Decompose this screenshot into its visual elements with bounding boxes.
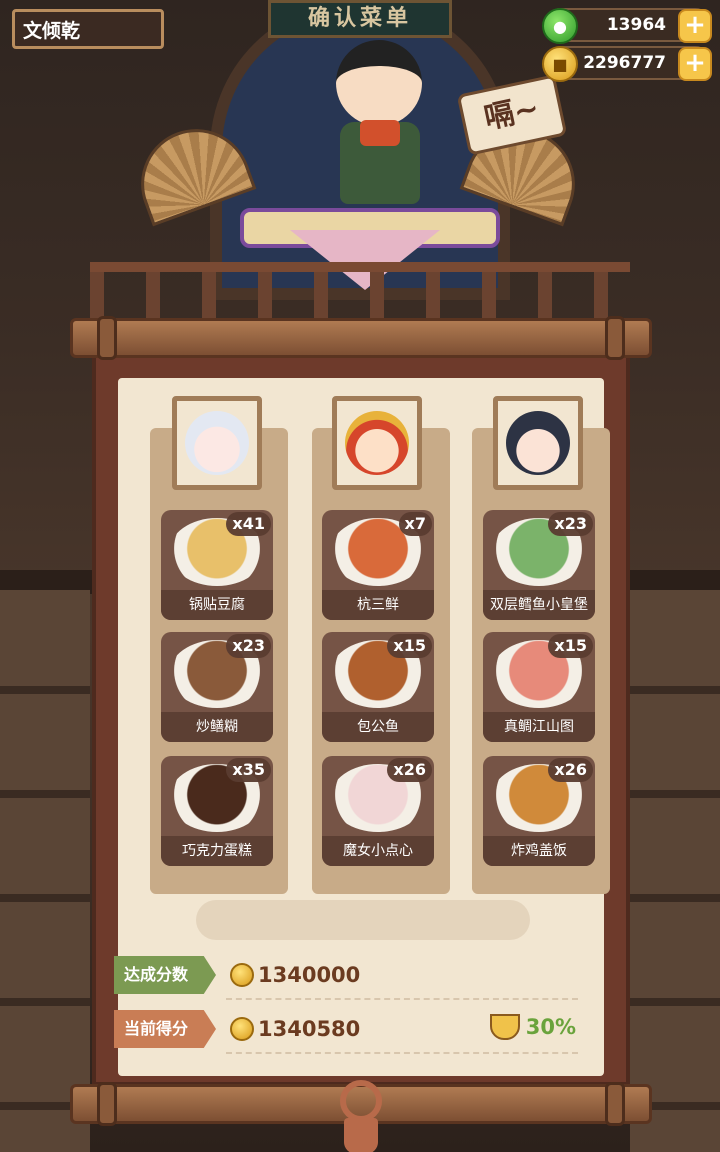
wooden-rail xyxy=(90,262,630,322)
dish-name: 巧克力蛋糕 xyxy=(161,836,273,866)
gold-value: 2296777 xyxy=(583,53,666,73)
rod-knob-right xyxy=(605,1082,625,1126)
dish-count: x26 xyxy=(548,758,593,782)
dark-hair-customer-portrait xyxy=(506,411,570,475)
goal-score-label: 达成分数 xyxy=(114,956,216,994)
dish-name: 真鲷江山图 xyxy=(483,712,595,742)
dish-name: 双层鳕鱼小皇堡 xyxy=(483,590,595,620)
dish-card[interactable]: x41 锅贴豆腐 xyxy=(161,510,273,620)
dish-card[interactable]: x7 杭三鲜 xyxy=(322,510,434,620)
dish-name: 魔女小点心 xyxy=(322,836,434,866)
goal-score-value: 1340000 xyxy=(258,963,361,987)
dish-name: 杭三鲜 xyxy=(322,590,434,620)
dish-count: x26 xyxy=(387,758,432,782)
jade-coin-icon: ● xyxy=(542,8,578,44)
tassel-knot xyxy=(340,1080,382,1122)
chef-character[interactable] xyxy=(318,30,438,220)
menu-bottom-bar xyxy=(196,900,530,940)
dish-card[interactable]: x23 双层鳕鱼小皇堡 xyxy=(483,510,595,620)
add-jade-button[interactable]: + xyxy=(678,9,712,43)
dish-count: x35 xyxy=(226,758,271,782)
knot-tassel-icon xyxy=(330,1080,392,1152)
tassel-fringe xyxy=(344,1118,378,1152)
chef-head xyxy=(336,40,422,126)
white-hair-customer-portrait xyxy=(185,411,249,475)
background-wall-right xyxy=(630,590,720,1152)
customer-portrait-3[interactable] xyxy=(493,396,583,490)
current-score-value: 1340580 xyxy=(258,1017,361,1041)
customer-portrait-1[interactable] xyxy=(172,396,262,490)
gold-coin-icon xyxy=(230,963,254,987)
dish-count: x15 xyxy=(387,634,432,658)
gold-currency-bar: ■ 2296777 + xyxy=(542,46,712,82)
dish-count: x15 xyxy=(548,634,593,658)
jade-currency-bar: ● 13964 + xyxy=(542,8,712,44)
dish-card[interactable]: x23 炒鳝糊 xyxy=(161,632,273,742)
dish-card[interactable]: x26 魔女小点心 xyxy=(322,756,434,866)
dish-count: x23 xyxy=(226,634,271,658)
dish-card[interactable]: x26 炸鸡盖饭 xyxy=(483,756,595,866)
bonus-bowl-icon xyxy=(489,1014,520,1040)
chef-scarf xyxy=(360,120,400,146)
gold-coin-icon xyxy=(230,1017,254,1041)
player-name: 文倾乾 xyxy=(12,9,164,49)
bonus-percent-value: 30% xyxy=(525,1015,576,1039)
scroll-rod-top xyxy=(70,316,652,360)
background-wall-left xyxy=(0,590,90,1152)
golden-crown-customer-portrait xyxy=(345,411,409,475)
rod-knob-right xyxy=(605,316,625,360)
dish-name: 包公鱼 xyxy=(322,712,434,742)
dish-name: 炒鳝糊 xyxy=(161,712,273,742)
dish-card[interactable]: x35 巧克力蛋糕 xyxy=(161,756,273,866)
dish-name: 炸鸡盖饭 xyxy=(483,836,595,866)
current-score-label: 当前得分 xyxy=(114,1010,216,1048)
rod-knob-left xyxy=(97,316,117,360)
divider xyxy=(226,1052,578,1054)
dish-count: x7 xyxy=(398,512,432,536)
rod-knob-left xyxy=(97,1082,117,1126)
dish-name: 锅贴豆腐 xyxy=(161,590,273,620)
current-score: 1340580 xyxy=(230,1010,360,1048)
dish-count: x41 xyxy=(226,512,271,536)
divider xyxy=(226,998,578,1000)
bonus-percent: 30% xyxy=(489,1014,576,1040)
add-gold-button[interactable]: + xyxy=(678,47,712,81)
dish-count: x23 xyxy=(548,512,593,536)
dish-card[interactable]: x15 包公鱼 xyxy=(322,632,434,742)
jade-value: 13964 xyxy=(606,15,666,35)
dish-card[interactable]: x15 真鲷江山图 xyxy=(483,632,595,742)
gold-coin-icon: ■ xyxy=(542,46,578,82)
goal-score: 1340000 xyxy=(230,956,360,994)
customer-portrait-2[interactable] xyxy=(332,396,422,490)
